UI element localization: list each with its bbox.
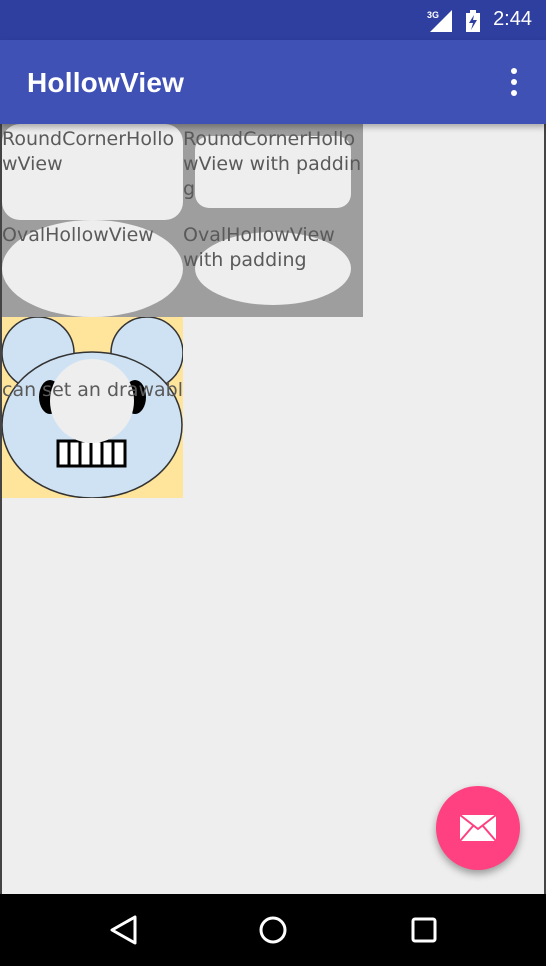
recents-icon[interactable] xyxy=(402,908,446,952)
clock: 2:44 xyxy=(493,8,532,30)
drawable-label: can set an drawable xyxy=(2,379,183,401)
navigation-bar xyxy=(0,894,546,966)
round-corner-hollow-view-padding-label: RoundCornerHollowView with padding xyxy=(183,128,362,200)
round-corner-hollow-view-label: RoundCornerHollowView xyxy=(2,128,175,175)
signal-icon xyxy=(430,10,452,32)
hollow-view-grid: RoundCornerHollowView RoundCornerHollowV… xyxy=(2,124,363,317)
back-icon[interactable] xyxy=(101,908,145,952)
more-vert-icon[interactable] xyxy=(508,68,520,96)
content-area: RoundCornerHollowView RoundCornerHollowV… xyxy=(0,124,546,894)
bear-face-illustration xyxy=(2,317,183,498)
drawable-hollow-view: can set an drawable xyxy=(2,317,183,498)
mail-icon xyxy=(459,814,497,842)
mail-fab-button[interactable] xyxy=(436,786,520,870)
app-title: HollowView xyxy=(27,67,185,98)
home-icon[interactable] xyxy=(251,908,295,952)
app-bar: HollowView xyxy=(0,40,546,124)
status-bar: 3G 2:44 xyxy=(0,0,546,40)
oval-hollow-view-label: OvalHollowView xyxy=(2,224,154,246)
battery-charging-icon xyxy=(466,10,480,32)
oval-hollow-view-padding-label: OvalHollowView with padding xyxy=(183,224,335,271)
